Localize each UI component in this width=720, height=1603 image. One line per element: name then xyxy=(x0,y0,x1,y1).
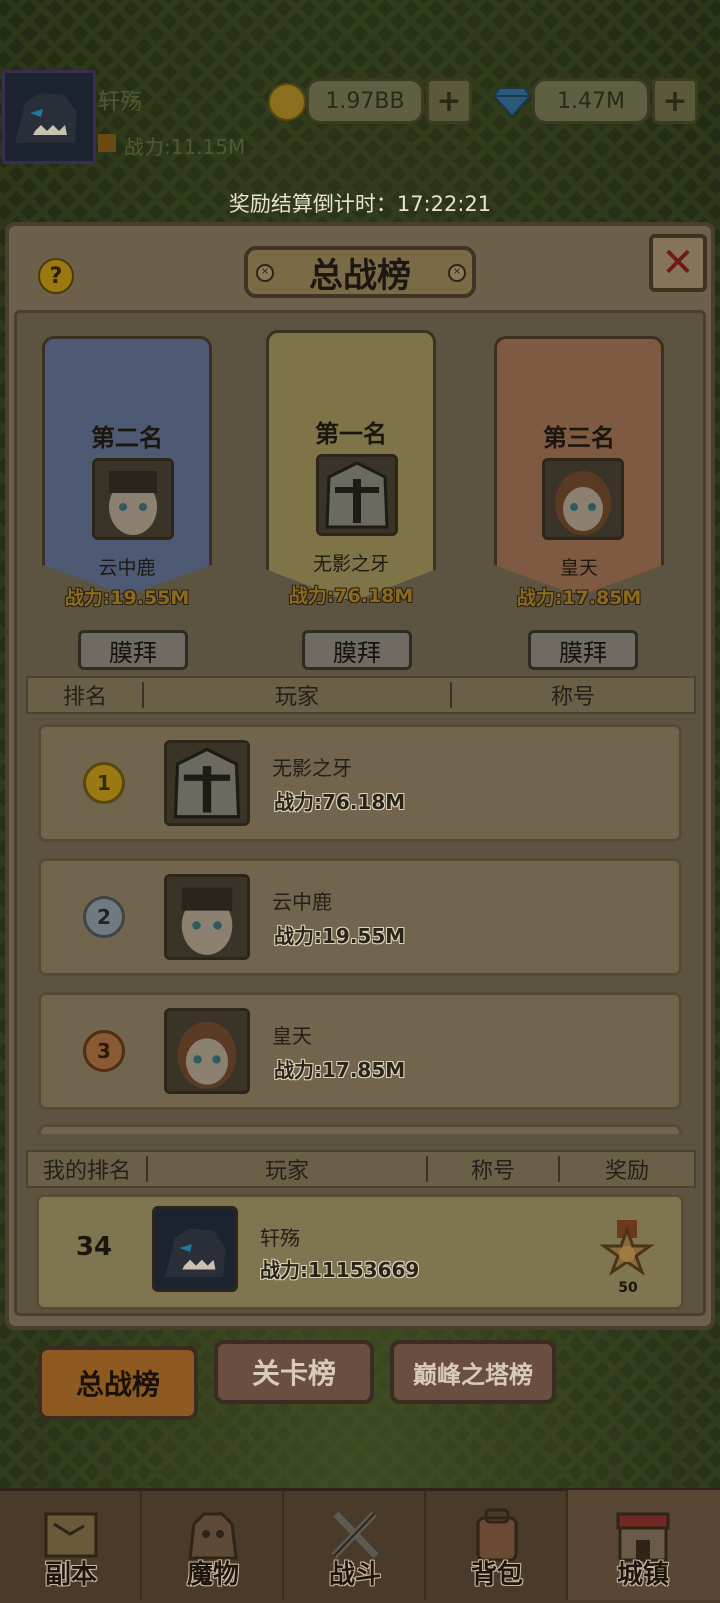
add-gems-button[interactable]: + xyxy=(652,78,698,124)
my-power: 战力:11153669 xyxy=(260,1258,420,1282)
row-name: 云中鹿 xyxy=(272,890,332,914)
my-rank-header: 我的排名 玩家 称号 奖励 xyxy=(26,1150,696,1188)
silver-medal-icon: 2 xyxy=(83,896,125,938)
podium-third-label: 第三名 xyxy=(543,424,615,452)
knight-helmet-icon xyxy=(319,457,395,533)
row-portrait[interactable] xyxy=(164,740,250,826)
diamond-icon xyxy=(494,87,530,116)
knight-helmet-icon xyxy=(167,743,247,823)
worship-first-button[interactable]: 膜拜 xyxy=(302,630,412,670)
nav-monster[interactable]: 魔物 xyxy=(142,1490,284,1600)
my-header-title: 称号 xyxy=(470,1159,515,1184)
close-button[interactable]: ✕ xyxy=(649,234,707,292)
podium-third-name: 皇天 xyxy=(559,557,598,579)
worship-third-button[interactable]: 膜拜 xyxy=(528,630,638,670)
screw-icon: × xyxy=(256,264,274,282)
nav-label: 魔物 xyxy=(186,1560,239,1590)
panel-title: 总战榜 xyxy=(244,246,476,298)
table-row[interactable] xyxy=(38,858,682,976)
my-header-reward: 奖励 xyxy=(604,1159,649,1184)
my-rank-number: 34 xyxy=(75,1232,113,1262)
header-title: 称号 xyxy=(550,685,595,710)
row-power: 战力:76.18M xyxy=(274,790,406,814)
nav-label: 战斗 xyxy=(328,1560,381,1590)
brown-hair-girl-icon xyxy=(545,461,621,537)
my-portrait[interactable] xyxy=(152,1206,238,1292)
player-power: 战力:11.15M xyxy=(124,135,246,159)
power-icon xyxy=(98,134,116,152)
gold-coin-icon xyxy=(268,83,306,121)
tab-stage-ranking[interactable]: 关卡榜 xyxy=(214,1340,374,1404)
header-player: 玩家 xyxy=(274,685,319,710)
row-name: 皇天 xyxy=(272,1024,312,1048)
gold-medal-icon: 1 xyxy=(83,762,125,804)
ranking-table-header: 排名 玩家 称号 xyxy=(26,676,696,714)
podium-third-power: 战力:17.85M xyxy=(516,587,642,609)
nav-battle[interactable]: 战斗 xyxy=(284,1490,426,1600)
row-portrait[interactable] xyxy=(164,1008,250,1094)
add-gold-button[interactable]: + xyxy=(426,78,472,124)
player-name: 轩殇 xyxy=(98,90,143,115)
nav-town[interactable]: 城镇 xyxy=(568,1490,720,1600)
panel-title-text: 总战榜 xyxy=(309,255,411,296)
podium-first-name: 无影之牙 xyxy=(312,553,389,575)
row-power: 战力:19.55M xyxy=(274,924,406,948)
nav-backpack[interactable]: 背包 xyxy=(426,1490,568,1600)
table-row[interactable] xyxy=(38,724,682,842)
brown-hair-girl-icon xyxy=(167,1011,247,1091)
row-portrait[interactable] xyxy=(164,874,250,960)
podium-first-power: 战力:76.18M xyxy=(288,585,414,607)
podium-second-name: 云中鹿 xyxy=(98,557,156,579)
tab-overall-ranking[interactable]: 总战榜 xyxy=(38,1346,198,1420)
header-rank: 排名 xyxy=(62,685,107,710)
dragon-portrait-icon xyxy=(5,73,87,155)
podium-first-label: 第一名 xyxy=(315,420,387,448)
worship-second-button[interactable]: 膜拜 xyxy=(78,630,188,670)
gold-amount: 1.97BB xyxy=(306,78,424,124)
player-avatar[interactable] xyxy=(2,70,96,164)
my-rank-row[interactable] xyxy=(36,1194,684,1310)
bronze-medal-icon: 3 xyxy=(83,1030,125,1072)
podium-third-portrait[interactable] xyxy=(542,458,624,540)
dragon-portrait-icon xyxy=(155,1209,235,1289)
my-header-player: 玩家 xyxy=(264,1159,309,1184)
podium-second-portrait[interactable] xyxy=(92,458,174,540)
my-header-rank: 我的排名 xyxy=(42,1159,131,1184)
row-name: 无影之牙 xyxy=(272,756,352,780)
screw-icon: × xyxy=(448,264,466,282)
tab-tower-ranking[interactable]: 巅峰之塔榜 xyxy=(390,1340,556,1404)
help-button[interactable]: ? xyxy=(38,258,74,294)
table-row-partial xyxy=(38,1124,682,1134)
podium-second-label: 第二名 xyxy=(91,424,163,452)
gem-amount: 1.47M xyxy=(532,78,650,124)
my-name: 轩殇 xyxy=(260,1226,300,1250)
nav-dungeon[interactable]: 副本 xyxy=(0,1490,142,1600)
nav-label: 背包 xyxy=(470,1560,523,1590)
nav-label: 副本 xyxy=(44,1560,97,1590)
row-power: 战力:17.85M xyxy=(274,1058,406,1082)
table-row[interactable] xyxy=(38,992,682,1110)
girl-portrait-icon xyxy=(167,877,247,957)
reward-countdown: 奖励结算倒计时：17:22:21 xyxy=(228,192,492,216)
podium-second-power: 战力:19.55M xyxy=(64,587,190,609)
reward-count: 50 xyxy=(618,1280,638,1296)
podium-first-portrait[interactable] xyxy=(316,454,398,536)
nav-label: 城镇 xyxy=(616,1560,669,1590)
girl-portrait-icon xyxy=(95,461,171,537)
